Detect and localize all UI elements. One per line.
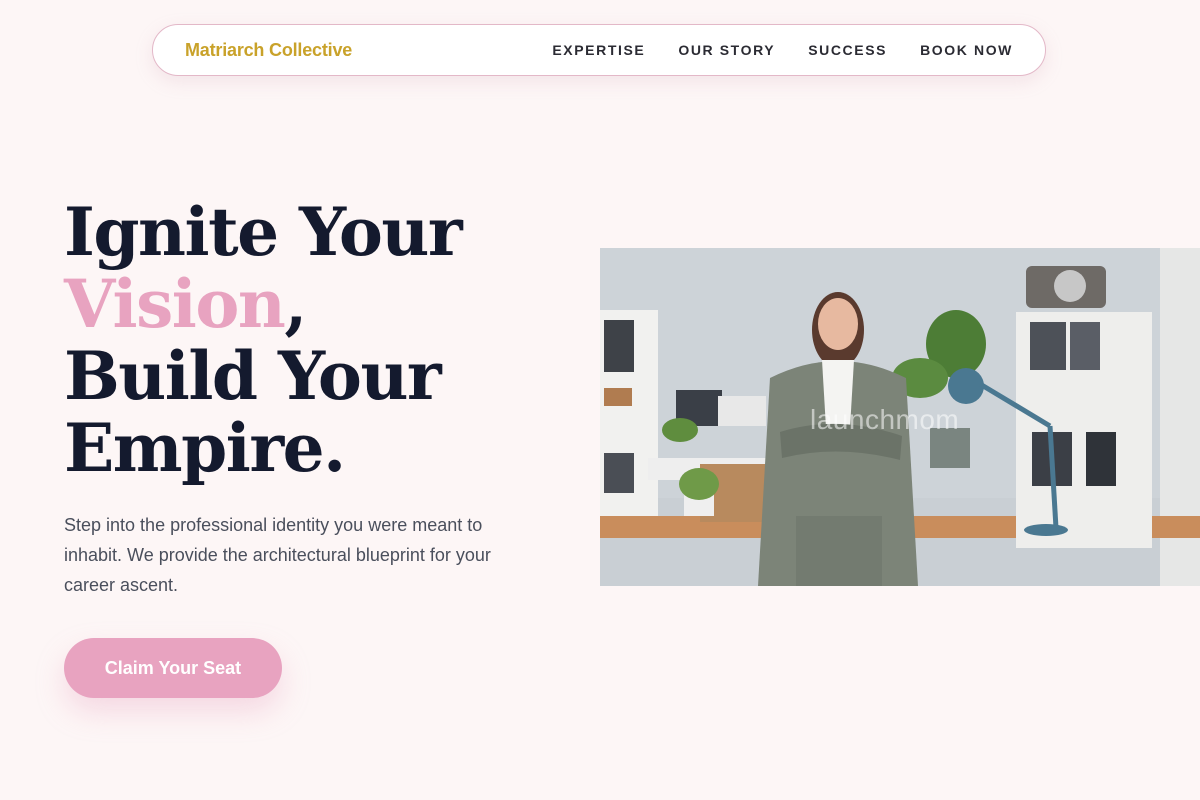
nav-links: EXPERTISE OUR STORY SUCCESS BOOK NOW bbox=[552, 42, 1013, 58]
hero-image: launchmom bbox=[600, 248, 1200, 586]
nav-link-success[interactable]: SUCCESS bbox=[808, 42, 887, 58]
nav-link-our-story[interactable]: OUR STORY bbox=[678, 42, 775, 58]
nav-link-book-now[interactable]: BOOK NOW bbox=[920, 42, 1013, 58]
hero-title-line3: Build Your bbox=[64, 337, 442, 415]
hero-title: Ignite Your Vision, Build Your Empire. bbox=[64, 193, 463, 487]
hero-subtitle: Step into the professional identity you … bbox=[64, 515, 491, 595]
image-watermark: launchmom bbox=[810, 404, 960, 435]
brand-logo-link[interactable]: Matriarch Collective bbox=[185, 40, 352, 61]
claim-seat-button[interactable]: Claim Your Seat bbox=[64, 638, 282, 698]
hero-title-line1: Ignite Your bbox=[64, 193, 463, 271]
nav-link-expertise[interactable]: EXPERTISE bbox=[552, 42, 645, 58]
hero-title-line4: Empire. bbox=[64, 409, 346, 487]
hero-title-comma: , bbox=[284, 265, 307, 343]
hero-title-accent: Vision bbox=[64, 265, 286, 343]
top-navbar: Matriarch Collective EXPERTISE OUR STORY… bbox=[152, 24, 1046, 76]
